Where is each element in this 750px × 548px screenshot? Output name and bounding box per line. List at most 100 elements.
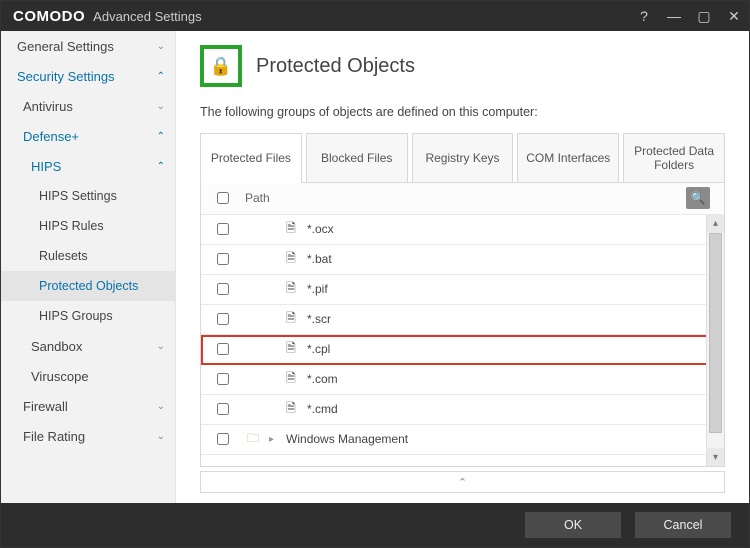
scroll-down-button[interactable]: ▾ [707,448,724,466]
tab-protected-data-folders[interactable]: Protected Data Folders [623,133,725,183]
table-row[interactable]: 🗎*.com [201,365,724,395]
row-checkbox[interactable] [217,253,229,265]
sidebar-label: HIPS Rules [39,219,165,233]
chevron-down-icon: ⌄ [157,341,165,352]
ok-button[interactable]: OK [525,512,621,538]
chevron-up-icon: ⌃ [157,71,165,82]
table-header-row: Path 🔍 [201,183,724,215]
sidebar-label: Firewall [23,399,157,414]
sidebar-item-sandbox[interactable]: Sandbox ⌄ [1,331,175,361]
scroll-up-button[interactable]: ▴ [707,215,724,233]
sidebar-label: Security Settings [17,69,157,84]
tab-body: Path 🔍 🗎*.ocx🗎*.bat🗎*.pif🗎*.scr🗎*.cpl🗎*.… [200,182,725,467]
minimize-button[interactable]: — [659,1,689,31]
sidebar-label: Antivirus [23,99,157,114]
row-name: *.ocx [307,222,334,236]
row-checkbox[interactable] [217,283,229,295]
sidebar-item-firewall[interactable]: Firewall ⌄ [1,391,175,421]
tab-bar: Protected Files Blocked Files Registry K… [200,133,725,183]
sidebar-item-hips-rules[interactable]: HIPS Rules [1,211,175,241]
sidebar-item-hips[interactable]: HIPS ⌃ [1,151,175,181]
sidebar-item-antivirus[interactable]: Antivirus ⌄ [1,91,175,121]
tab-com-interfaces[interactable]: COM Interfaces [517,133,619,183]
sidebar-label: HIPS Settings [39,189,165,203]
folder-icon: 🗀 [245,431,261,447]
sidebar-item-security-settings[interactable]: Security Settings ⌃ [1,61,175,91]
sidebar-item-protected-objects[interactable]: Protected Objects [1,271,175,301]
table-row[interactable]: 🗎 *.ocx [201,215,724,245]
chevron-up-icon: ⌃ [157,161,165,172]
intro-text: The following groups of objects are defi… [200,105,725,119]
content-header: 🔒 Protected Objects [200,45,725,87]
close-button[interactable]: ✕ [719,1,749,31]
sidebar-label: Defense+ [23,129,157,144]
file-icon: 🗎 [283,251,299,267]
row-checkbox[interactable] [217,373,229,385]
cancel-button[interactable]: Cancel [635,512,731,538]
table-row[interactable]: 🗎*.cpl [201,335,724,365]
row-name: *.bat [307,252,332,266]
protected-icon: 🔒 [200,45,242,87]
expand-arrow-icon[interactable]: ▸ [269,434,274,445]
scroll-thumb[interactable] [709,233,722,433]
row-checkbox[interactable] [217,223,229,235]
table-row[interactable]: 🗎 *.cmd [201,395,724,425]
row-checkbox[interactable] [217,343,229,355]
search-icon: 🔍 [691,191,706,205]
content-pane: 🔒 Protected Objects The following groups… [176,31,749,503]
file-table: Path 🔍 🗎*.ocx🗎*.bat🗎*.pif🗎*.scr🗎*.cpl🗎*.… [201,183,724,466]
vertical-scrollbar[interactable]: ▴ ▾ [706,215,724,466]
main-area: General Settings ⌄ Security Settings ⌃ A… [1,31,749,503]
sidebar-label: Viruscope [31,369,165,384]
table-row[interactable]: 🗀 ▸ Windows Management [201,425,724,455]
maximize-button[interactable]: ▢ [689,1,719,31]
file-icon: 🗎 [283,401,299,417]
table-row[interactable]: 🗎*.scr [201,305,724,335]
column-header-path[interactable]: Path [245,191,270,205]
file-icon: 🗎 [283,371,299,387]
sidebar-label: Protected Objects [39,279,165,293]
sidebar-label: HIPS Groups [39,309,165,323]
row-checkbox[interactable] [217,313,229,325]
row-checkbox[interactable] [217,433,229,445]
lock-icon: 🔒 [204,49,238,83]
titlebar: COMODO Advanced Settings ? — ▢ ✕ [1,1,749,31]
sidebar-item-hips-groups[interactable]: HIPS Groups [1,301,175,331]
row-checkbox[interactable] [217,403,229,415]
chevron-down-icon: ⌄ [157,431,165,442]
search-button[interactable]: 🔍 [686,187,710,209]
footer: OK Cancel [1,503,749,547]
sidebar-label: File Rating [23,429,157,444]
sidebar-item-file-rating[interactable]: File Rating ⌄ [1,421,175,451]
tab-registry-keys[interactable]: Registry Keys [412,133,514,183]
brand: COMODO [13,8,85,25]
sidebar-item-viruscope[interactable]: Viruscope [1,361,175,391]
row-name: *.scr [307,312,331,326]
sidebar-item-defense-plus[interactable]: Defense+ ⌃ [1,121,175,151]
sidebar-item-general-settings[interactable]: General Settings ⌄ [1,31,175,61]
sidebar-item-rulesets[interactable]: Rulesets [1,241,175,271]
sidebar: General Settings ⌄ Security Settings ⌃ A… [1,31,176,503]
sidebar-label: General Settings [17,39,157,54]
file-icon: 🗎 [283,281,299,297]
tab-blocked-files[interactable]: Blocked Files [306,133,408,183]
row-name: *.cpl [307,342,330,356]
row-name: *.cmd [307,402,338,416]
table-row[interactable]: 🗎 *.pif [201,275,724,305]
sidebar-item-hips-settings[interactable]: HIPS Settings [1,181,175,211]
window-subtitle: Advanced Settings [93,9,201,24]
tab-protected-files[interactable]: Protected Files [200,133,302,183]
row-name: Windows Management [286,432,408,446]
expand-panel-button[interactable]: ⌃ [200,471,725,493]
select-all-checkbox[interactable] [217,192,229,204]
chevron-up-icon: ⌃ [458,476,467,489]
file-icon: 🗎 [283,221,299,237]
row-name: *.pif [307,282,328,296]
chevron-down-icon: ⌄ [157,101,165,112]
chevron-down-icon: ⌄ [157,401,165,412]
table-row[interactable]: 🗎 *.bat [201,245,724,275]
sidebar-label: Rulesets [39,249,165,263]
sidebar-label: Sandbox [31,339,157,354]
sidebar-label: HIPS [31,159,157,174]
help-button[interactable]: ? [629,1,659,31]
